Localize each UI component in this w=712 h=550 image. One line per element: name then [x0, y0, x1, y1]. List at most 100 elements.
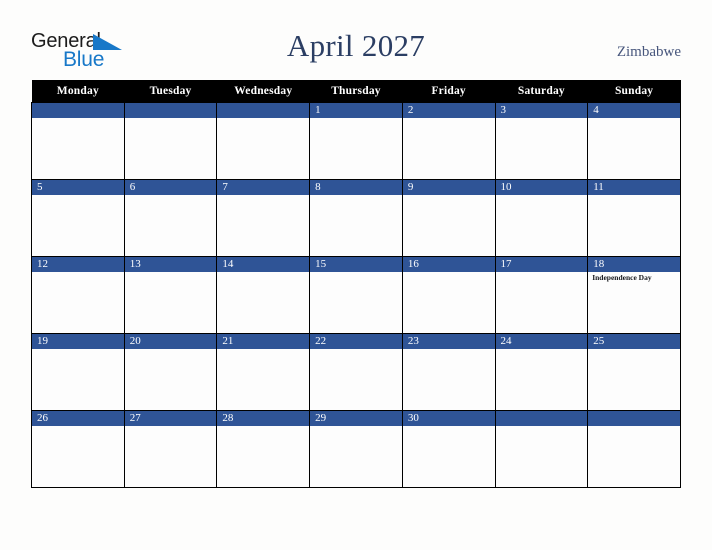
calendar-day-cell[interactable]: 20 — [123, 333, 218, 411]
day-events — [403, 272, 495, 273]
day-cell-content — [495, 411, 588, 487]
calendar-day-cell[interactable]: 18 Independence Day — [587, 256, 681, 334]
weekday-header-sunday: Sunday — [587, 80, 681, 103]
day-number: 2 — [402, 103, 495, 118]
day-number — [495, 411, 588, 426]
day-number: 14 — [217, 257, 310, 272]
calendar-day-cell[interactable]: 21 — [216, 333, 311, 411]
calendar-day-cell[interactable]: 8 — [309, 179, 403, 257]
day-number: 23 — [402, 334, 495, 349]
country-label: Zimbabwe — [616, 44, 681, 60]
day-number: 18 — [588, 257, 680, 272]
day-cell-content: 3 — [495, 103, 588, 179]
calendar-day-cell[interactable]: 29 — [309, 410, 403, 488]
day-number: 22 — [310, 334, 402, 349]
calendar-day-cell[interactable]: 2 — [401, 102, 496, 180]
day-cell-content: 29 — [310, 411, 402, 487]
calendar-day-cell[interactable]: 6 — [123, 179, 218, 257]
day-events — [32, 426, 124, 427]
calendar-day-cell[interactable]: 14 — [216, 256, 311, 334]
calendar-day-cell[interactable]: 13 — [123, 256, 218, 334]
day-number: 8 — [310, 180, 402, 195]
calendar-day-cell[interactable]: 25 — [587, 333, 681, 411]
weekday-header-tuesday: Tuesday — [124, 80, 217, 103]
day-number — [124, 103, 217, 118]
day-number: 27 — [124, 411, 217, 426]
calendar-day-cell[interactable] — [587, 410, 681, 488]
day-number: 29 — [310, 411, 402, 426]
calendar-day-cell[interactable] — [123, 102, 218, 180]
day-events — [403, 349, 495, 350]
day-cell-content: 30 — [402, 411, 495, 487]
calendar-day-cell[interactable]: 19 — [31, 333, 125, 411]
day-events — [217, 118, 309, 119]
calendar-day-cell[interactable]: 3 — [494, 102, 589, 180]
day-number: 25 — [588, 334, 680, 349]
day-events — [32, 272, 124, 273]
day-number — [217, 103, 310, 118]
calendar-day-cell[interactable] — [494, 410, 589, 488]
day-number: 16 — [402, 257, 495, 272]
calendar-day-cell[interactable] — [216, 102, 311, 180]
calendar-day-cell[interactable]: 24 — [494, 333, 589, 411]
day-cell-content — [32, 103, 124, 179]
calendar-day-cell[interactable]: 23 — [401, 333, 496, 411]
calendar-day-cell[interactable] — [31, 102, 125, 180]
weekday-header-row: Monday Tuesday Wednesday Thursday Friday… — [31, 80, 681, 103]
calendar-week-row: 26 27 28 29 30 — [31, 410, 681, 488]
calendar-week-row: 5 6 7 8 9 10 11 — [31, 179, 681, 257]
calendar-day-cell[interactable]: 12 — [31, 256, 125, 334]
calendar-day-cell[interactable]: 4 — [587, 102, 681, 180]
day-cell-content: 23 — [402, 334, 495, 410]
calendar-day-cell[interactable]: 10 — [494, 179, 589, 257]
calendar-day-cell[interactable]: 15 — [309, 256, 403, 334]
calendar-day-cell[interactable]: 28 — [216, 410, 311, 488]
calendar-body: 1 2 3 4 5 6 7 8 9 10 11 12 13 14 15 16 17 18 Independence … — [31, 102, 681, 488]
calendar-day-cell[interactable]: 11 — [587, 179, 681, 257]
calendar-day-cell[interactable]: 30 — [401, 410, 496, 488]
day-cell-content: 24 — [495, 334, 588, 410]
calendar-week-row: 12 13 14 15 16 17 18 Independence Day — [31, 256, 681, 334]
day-events — [588, 349, 680, 350]
calendar-day-cell[interactable]: 27 — [123, 410, 218, 488]
day-events — [217, 349, 309, 350]
day-number: 10 — [495, 180, 588, 195]
day-cell-content: 8 — [310, 180, 402, 256]
day-cell-content: 5 — [32, 180, 124, 256]
day-events — [310, 349, 402, 350]
day-cell-content: 21 — [217, 334, 310, 410]
day-number: 4 — [588, 103, 680, 118]
holiday-label: Independence Day — [592, 273, 652, 282]
day-events — [496, 118, 588, 119]
day-cell-content: 26 — [32, 411, 124, 487]
day-number: 9 — [402, 180, 495, 195]
day-number: 12 — [32, 257, 124, 272]
day-events — [32, 118, 124, 119]
day-number: 13 — [124, 257, 217, 272]
calendar-day-cell[interactable]: 1 — [309, 102, 403, 180]
day-number: 26 — [32, 411, 124, 426]
calendar-day-cell[interactable]: 16 — [401, 256, 496, 334]
day-number: 11 — [588, 180, 680, 195]
day-number: 5 — [32, 180, 124, 195]
day-number: 7 — [217, 180, 310, 195]
weekday-header-monday: Monday — [31, 80, 125, 103]
day-number: 20 — [124, 334, 217, 349]
page-title: April 2027 — [286, 28, 426, 63]
day-cell-content — [124, 103, 217, 179]
calendar-day-cell[interactable]: 7 — [216, 179, 311, 257]
day-events — [310, 272, 402, 273]
calendar-day-cell[interactable]: 26 — [31, 410, 125, 488]
day-cell-content: 10 — [495, 180, 588, 256]
calendar-day-cell[interactable]: 17 — [494, 256, 589, 334]
day-events — [310, 426, 402, 427]
day-number: 3 — [495, 103, 588, 118]
day-cell-content: 7 — [217, 180, 310, 256]
day-events — [403, 195, 495, 196]
weekday-header-thursday: Thursday — [309, 80, 403, 103]
calendar-day-cell[interactable]: 22 — [309, 333, 403, 411]
calendar-day-cell[interactable]: 5 — [31, 179, 125, 257]
day-events — [32, 349, 124, 350]
calendar-day-cell[interactable]: 9 — [401, 179, 496, 257]
day-events — [496, 195, 588, 196]
